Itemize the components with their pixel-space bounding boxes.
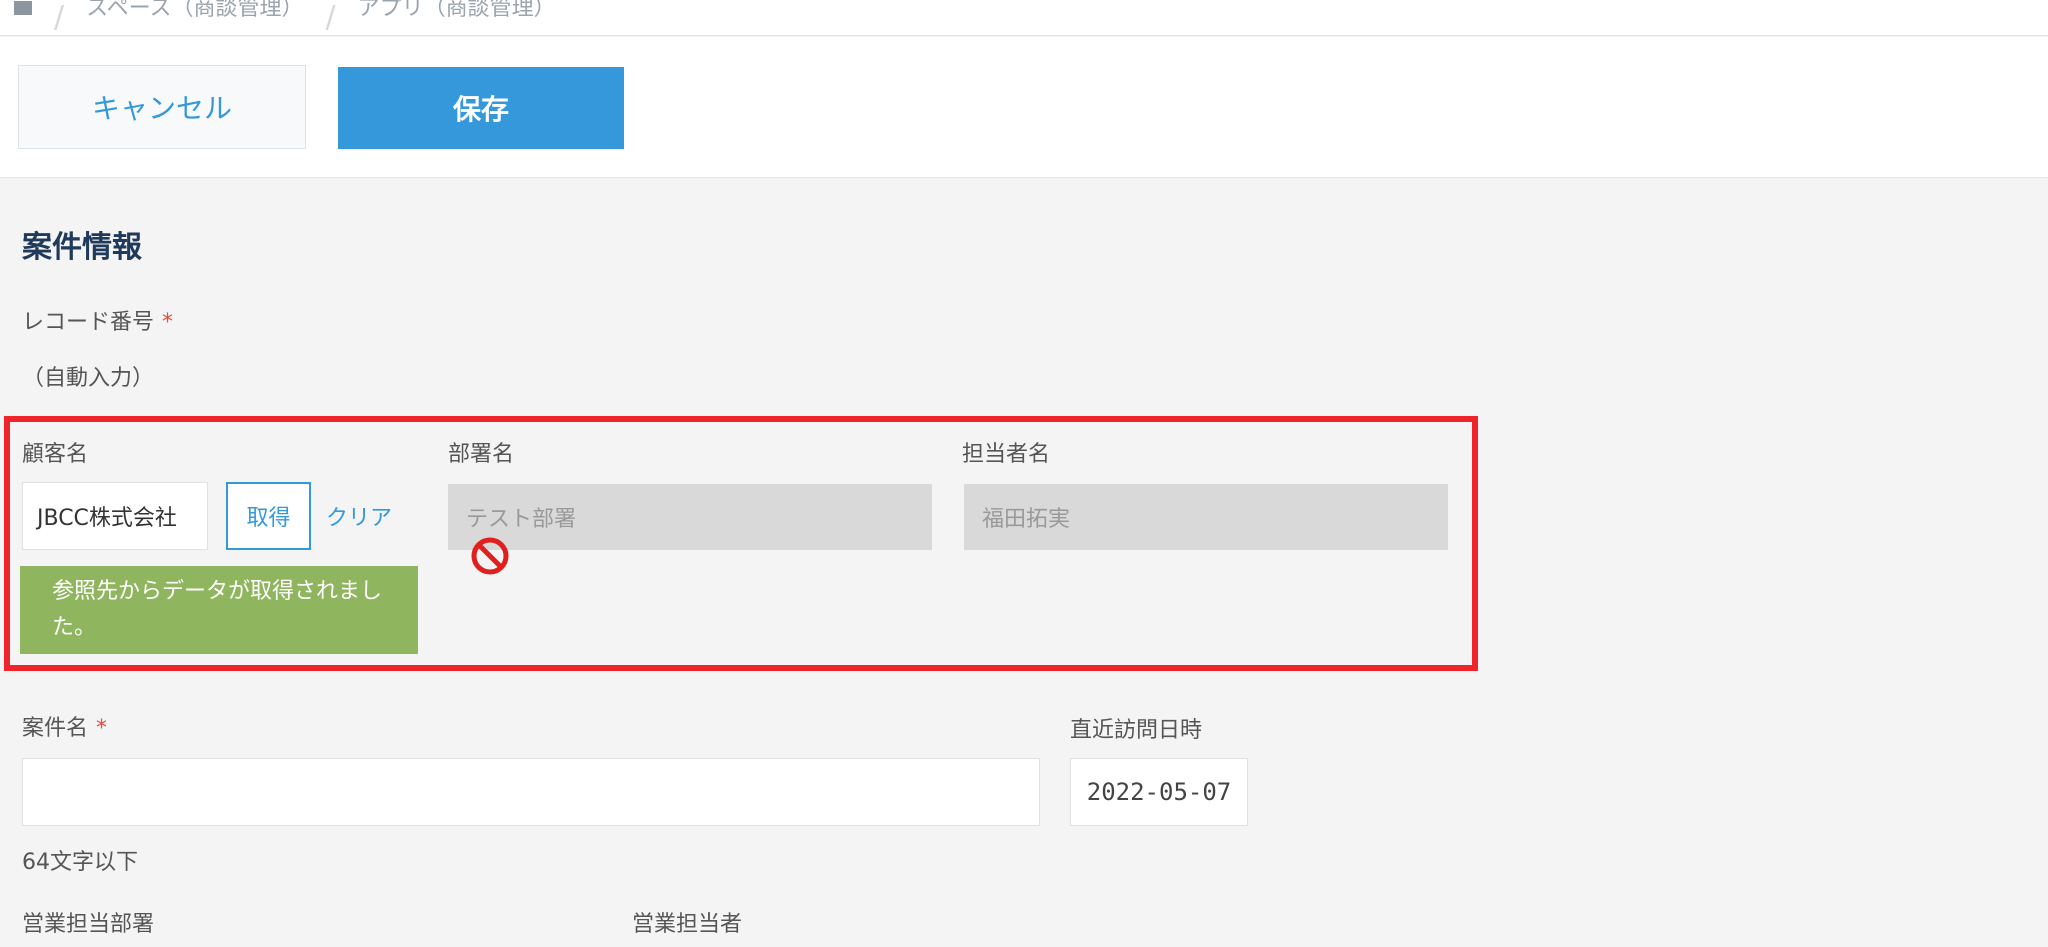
record-number-label: レコード番号 * [22, 304, 173, 336]
department-label: 部署名 [448, 442, 515, 467]
case-name-label: 案件名 * [22, 710, 107, 742]
home-icon[interactable] [14, 0, 32, 15]
required-mark: * [96, 716, 108, 741]
person-label: 担当者名 [962, 442, 1051, 467]
customer-input[interactable]: JBCC株式会社 [22, 482, 208, 550]
sales-dept-label: 営業担当部署 [22, 912, 155, 937]
case-name-label-text: 案件名 [22, 716, 89, 741]
toolbar: キャンセル 保存 [0, 37, 2048, 178]
breadcrumb-separator: / [54, 0, 65, 35]
case-name-hint: 64文字以下 [22, 850, 138, 875]
section-title: 案件情報 [22, 230, 142, 265]
required-mark: * [162, 310, 174, 335]
last-visit-label: 直近訪問日時 [1070, 718, 1203, 743]
lookup-success-message: 参照先からデータが取得されました。 [20, 566, 418, 654]
sales-person-label: 営業担当者 [632, 912, 743, 937]
save-button[interactable]: 保存 [338, 67, 624, 149]
record-number-label-text: レコード番号 [22, 310, 155, 335]
case-name-input[interactable] [22, 758, 1040, 826]
clear-link[interactable]: クリア [326, 500, 392, 532]
last-visit-date-input[interactable]: 2022-05-07 [1070, 758, 1248, 826]
not-allowed-icon [471, 537, 509, 575]
cancel-button[interactable]: キャンセル [18, 65, 306, 149]
customer-label: 顧客名 [22, 442, 89, 467]
breadcrumb-item-space[interactable]: スペース（商談管理） [86, 0, 303, 22]
department-field: テスト部署 [448, 484, 932, 550]
breadcrumb: / スペース（商談管理） / アプリ（商談管理） [0, 0, 2048, 36]
breadcrumb-item-app[interactable]: アプリ（商談管理） [358, 0, 556, 22]
fetch-button[interactable]: 取得 [226, 482, 311, 550]
breadcrumb-separator: / [325, 0, 336, 35]
person-field: 福田拓実 [964, 484, 1448, 550]
record-number-value: （自動入力） [22, 366, 155, 391]
